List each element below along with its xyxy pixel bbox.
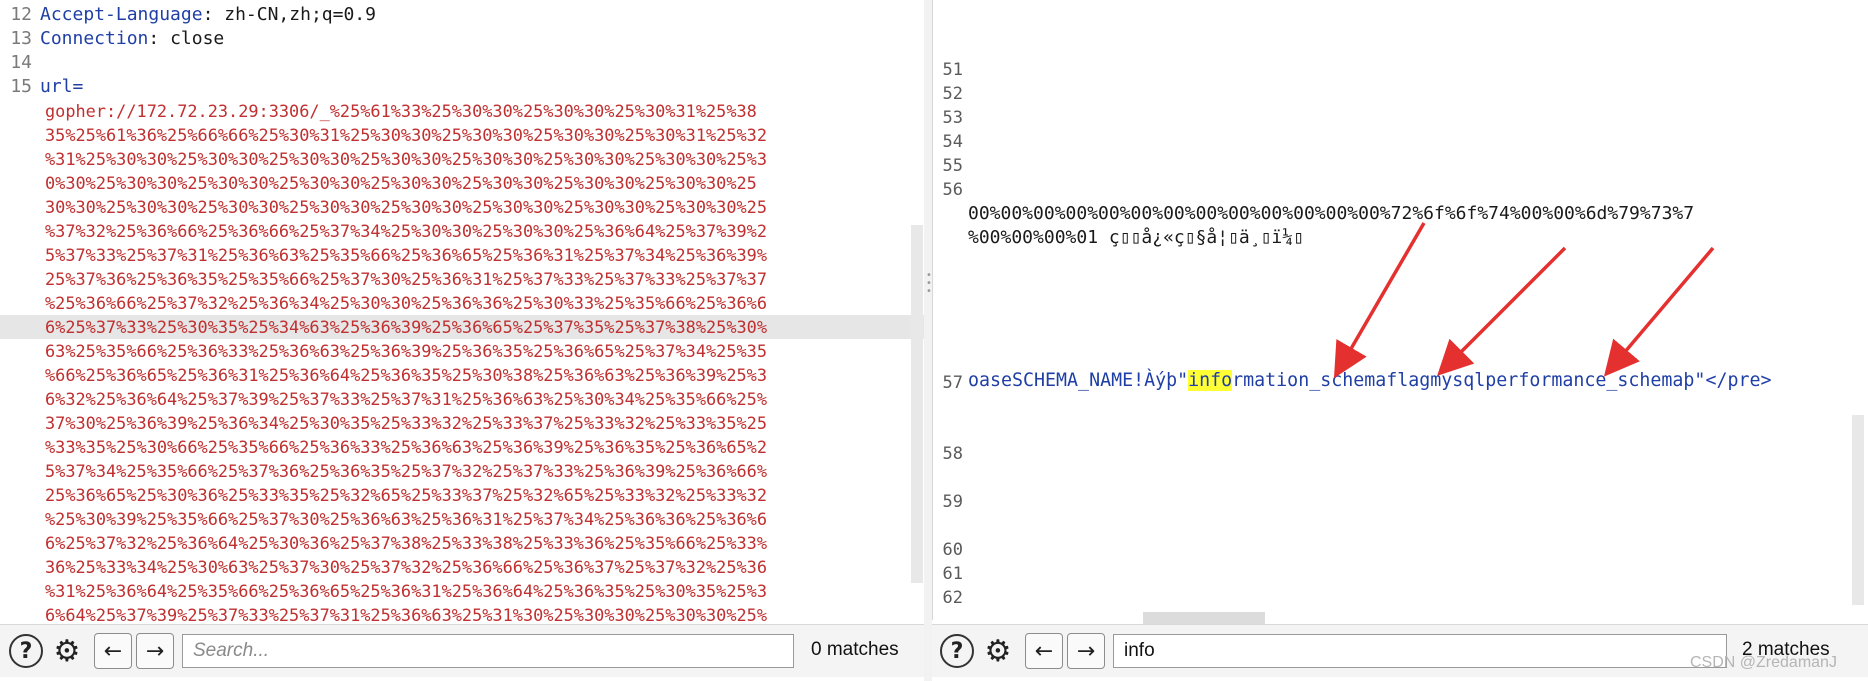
url-value-line: 5%37%34%25%35%66%25%37%36%25%36%35%25%37… xyxy=(45,461,768,481)
code-line: 12 Accept-Language: zh-CN,zh;q=0.9 xyxy=(0,3,924,27)
url-value-line: 25%36%65%25%30%36%25%33%35%25%32%65%25%3… xyxy=(45,485,768,505)
request-editor[interactable]: 12 Accept-Language: zh-CN,zh;q=0.9 13 Conn… xyxy=(0,3,924,627)
param-name: url= xyxy=(40,76,84,97)
url-value-line: 5%37%33%25%37%31%25%36%63%25%35%66%25%36… xyxy=(45,245,768,265)
line-number: 14 xyxy=(10,52,32,73)
line-number: 58 xyxy=(942,444,963,464)
url-value-line: %25%36%66%25%37%32%25%36%34%25%30%30%25%… xyxy=(45,293,768,313)
url-value-line: %25%30%39%25%35%66%25%37%30%25%36%63%25%… xyxy=(45,509,768,529)
match-count: 0 matches xyxy=(811,639,899,660)
line-number: 57 xyxy=(942,373,963,393)
response-line-56-row2: %00%00%00%01 ç▯▯å¿«ç▯§å¦▯ä¸▯ï¼▯ xyxy=(968,227,1304,248)
request-panel: 12 Accept-Language: zh-CN,zh;q=0.9 13 Conn… xyxy=(0,0,924,681)
line-number: 62 xyxy=(942,588,963,608)
line-number: 13 xyxy=(10,28,32,49)
url-value-line: gopher://172.72.23.29:3306/_%25%61%33%25… xyxy=(45,101,757,121)
response-panel xyxy=(932,0,1868,681)
line-number: 60 xyxy=(942,540,963,560)
response-scrollbar[interactable] xyxy=(1852,415,1864,605)
url-value-line: %31%25%30%30%25%30%30%25%30%30%25%30%30%… xyxy=(45,149,768,169)
url-value-line: 35%25%61%36%25%66%66%25%30%31%25%30%30%2… xyxy=(45,125,768,145)
url-value-line: 25%37%36%25%36%35%25%35%66%25%37%30%25%3… xyxy=(45,269,768,289)
url-value-line: %31%25%36%64%25%35%66%25%36%65%25%36%31%… xyxy=(45,581,768,601)
line-number: 54 xyxy=(942,132,963,152)
code-line: 14 xyxy=(0,51,924,75)
response-text: oaseSCHEMA_NAME!Àýþ" xyxy=(968,370,1189,391)
url-value-line: %37%32%25%36%66%25%36%66%25%37%34%25%30%… xyxy=(45,221,768,241)
search-input[interactable] xyxy=(182,634,794,668)
line-number: 53 xyxy=(942,108,963,128)
url-value-line: %66%25%36%65%25%36%31%25%36%64%25%36%35%… xyxy=(45,365,768,385)
search-input[interactable] xyxy=(1113,634,1727,668)
gear-icon[interactable]: ⚙ xyxy=(50,634,84,669)
code-line: 13 Connection: close xyxy=(0,27,924,51)
prev-match-button[interactable]: ← xyxy=(1025,633,1063,669)
next-match-button[interactable]: → xyxy=(1067,633,1105,669)
line-number: 61 xyxy=(942,564,963,584)
line-number: 12 xyxy=(10,4,32,25)
search-match-highlight: info xyxy=(1188,370,1233,391)
header-value: zh-CN,zh;q=0.9 xyxy=(224,4,376,25)
response-text: rmation_schemaflagmysqlperformance_schem… xyxy=(1232,370,1706,391)
request-scrollbar[interactable] xyxy=(911,225,923,583)
url-value-line: 6%25%37%33%25%30%35%25%34%63%25%36%39%25… xyxy=(0,315,924,339)
code-line: 15 url= xyxy=(0,75,924,99)
header-separator: : xyxy=(202,4,225,25)
response-border xyxy=(932,0,933,620)
line-number: 15 xyxy=(10,76,32,97)
response-line-56-row1: 00%00%00%00%00%00%00%00%00%00%00%00%00%7… xyxy=(968,203,1695,224)
line-number: 59 xyxy=(942,492,963,512)
help-icon[interactable]: ? xyxy=(9,634,43,668)
url-value-line: 6%32%25%36%64%25%37%39%25%37%33%25%37%31… xyxy=(45,389,768,409)
header-value: close xyxy=(170,28,225,49)
url-value-line: 63%25%35%66%25%36%33%25%36%63%25%36%39%2… xyxy=(45,341,768,361)
prev-match-button[interactable]: ← xyxy=(94,633,132,669)
line-number: 51 xyxy=(942,60,963,80)
request-search-toolbar: ? ⚙ ← → 0 matches xyxy=(0,624,924,677)
url-value-line: 36%25%33%34%25%30%63%25%37%30%25%37%32%2… xyxy=(45,557,768,577)
divider-grip-icon[interactable]: • • • xyxy=(926,271,932,297)
help-icon[interactable]: ? xyxy=(940,634,974,668)
panel-divider[interactable] xyxy=(924,0,932,681)
watermark: CSDN @ZredamanJ xyxy=(1690,654,1837,671)
gear-icon[interactable]: ⚙ xyxy=(981,634,1015,669)
line-number: 56 xyxy=(942,180,963,200)
header-separator: : xyxy=(148,28,171,49)
url-value-line: 30%30%25%30%30%25%30%30%25%30%30%25%30%3… xyxy=(45,197,768,217)
header-name: Accept-Language xyxy=(40,4,203,25)
header-name: Connection xyxy=(40,28,149,49)
response-tag: </pre> xyxy=(1705,370,1772,391)
line-number: 52 xyxy=(942,84,963,104)
url-value-block: gopher://172.72.23.29:3306/_%25%61%33%25… xyxy=(0,99,924,627)
response-line-57: oaseSCHEMA_NAME!Àýþ"information_schemafl… xyxy=(968,370,1771,391)
url-value-line: 6%25%37%32%25%36%64%25%30%36%25%37%38%25… xyxy=(45,533,768,553)
line-number: 55 xyxy=(942,156,963,176)
url-value-line: %33%35%25%30%66%25%35%66%25%36%33%25%36%… xyxy=(45,437,768,457)
url-value-line: 37%30%25%36%39%25%36%34%25%30%35%25%33%3… xyxy=(45,413,768,433)
next-match-button[interactable]: → xyxy=(136,633,174,669)
url-value-line: 0%30%25%30%30%25%30%30%25%30%30%25%30%30… xyxy=(45,173,757,193)
